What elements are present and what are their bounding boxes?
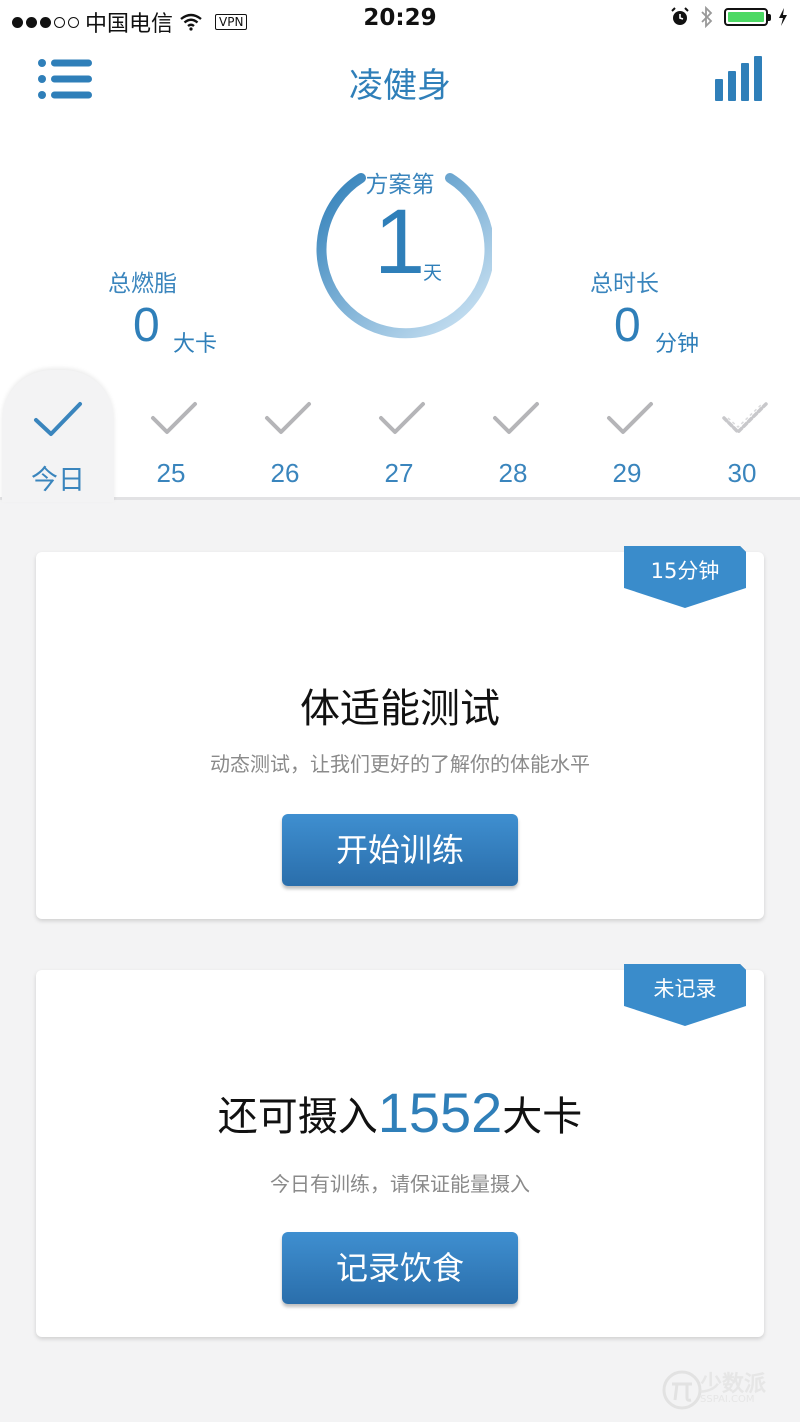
total-time-label: 总时长 [590, 271, 659, 297]
bluetooth-icon [701, 6, 713, 28]
tab-day-28[interactable]: 28 [463, 370, 563, 498]
fitness-test-card: 15分钟 体适能测试 动态测试，让我们更好的了解你的体能水平 开始训练 [36, 546, 764, 919]
tab-day-26[interactable]: 26 [235, 370, 335, 498]
duration-badge: 15分钟 [650, 559, 720, 583]
day-number: 26 [270, 458, 300, 488]
calorie-remaining-title: 还可摄入1552大卡 [36, 1080, 764, 1145]
day-number: 30 [727, 458, 757, 488]
calorie-remaining-value: 1552 [377, 1081, 503, 1144]
day-number: 25 [156, 458, 186, 488]
tab-day-25[interactable]: 25 [121, 370, 221, 498]
tab-day-30[interactable]: 30 [692, 370, 792, 498]
check-icon [607, 402, 653, 434]
check-icon [151, 402, 197, 434]
tab-day-29[interactable]: 29 [577, 370, 677, 498]
check-icon [265, 402, 311, 434]
check-icon [493, 402, 539, 434]
tab-today-label: 今日 [31, 465, 85, 496]
alarm-icon [671, 7, 689, 25]
day-number: 29 [612, 458, 642, 488]
bar-chart-icon[interactable] [714, 55, 764, 103]
total-fat-unit: 大卡 [173, 332, 218, 357]
calorie-title-suffix: 大卡 [502, 1094, 583, 1140]
fitness-test-subtitle: 动态测试，让我们更好的了解你的体能水平 [210, 752, 590, 776]
day-number: 28 [498, 458, 528, 488]
watermark-subtext: SSPAI.COM [700, 1394, 755, 1405]
status-bar: 中国电信 VPN 20:29 [0, 0, 800, 40]
page-title: 凌健身 [349, 66, 451, 106]
total-fat-label: 总燃脂 [108, 271, 177, 297]
start-training-button[interactable]: 开始训练 [282, 814, 518, 886]
day-number: 27 [384, 458, 414, 488]
total-time-value: 0 [614, 299, 641, 352]
record-status-badge: 未记录 [653, 977, 717, 1001]
record-diet-button[interactable]: 记录饮食 [282, 1232, 518, 1304]
plan-day-number: 1 [374, 191, 426, 293]
plan-day-unit: 天 [423, 262, 443, 284]
tab-day-27[interactable]: 27 [349, 370, 449, 498]
total-time-unit: 分钟 [655, 332, 700, 357]
diet-subtitle: 今日有训练，请保证能量摄入 [270, 1172, 530, 1196]
dashed-check-icon [722, 402, 768, 435]
battery-icon [724, 8, 771, 26]
day-tabs: 今日 25 26 27 28 29 30 [0, 370, 800, 505]
charging-icon [779, 8, 787, 26]
calorie-title-prefix: 还可摄入 [217, 1094, 378, 1140]
total-fat-value: 0 [133, 299, 160, 352]
check-icon [34, 402, 82, 436]
diet-card: 未记录 还可摄入1552大卡 今日有训练，请保证能量摄入 记录饮食 [36, 964, 764, 1337]
tab-today[interactable]: 今日 [2, 370, 114, 502]
fitness-test-title: 体适能测试 [300, 686, 500, 732]
check-icon [379, 402, 425, 434]
status-right [670, 6, 788, 28]
